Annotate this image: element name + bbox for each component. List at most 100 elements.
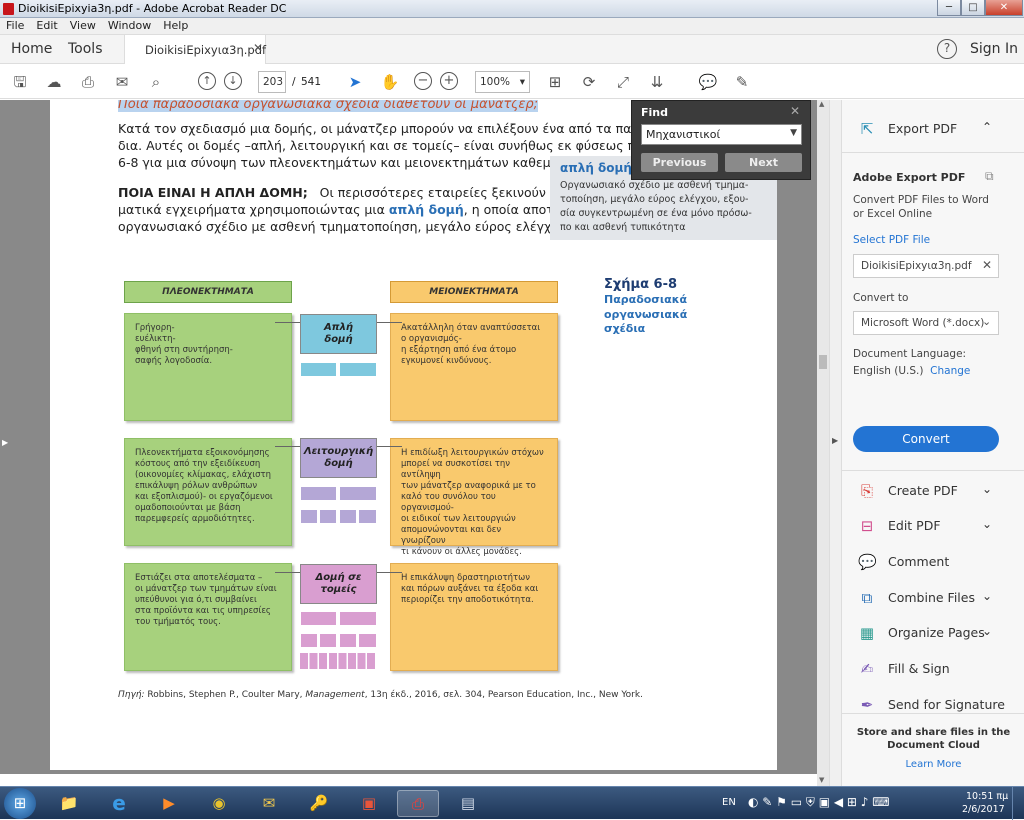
chevron-down-icon[interactable]: ⌄ (982, 517, 992, 531)
scroll-down-icon[interactable]: ▼ (819, 776, 824, 784)
full-screen-icon[interactable]: ⤢ (613, 72, 633, 92)
org-units-row (300, 653, 377, 669)
help-icon[interactable]: ? (937, 39, 957, 59)
zoom-in-icon[interactable]: + (440, 72, 458, 90)
tool-fill-sign[interactable]: ✍ Fill & Sign (858, 659, 1008, 679)
powerpoint-taskbar-icon[interactable]: ▣ (348, 790, 390, 817)
clock-time: 10:51 πμ (966, 791, 1009, 802)
menu-window[interactable]: Window (102, 18, 157, 34)
app-taskbar-icon[interactable]: 🔑 (298, 790, 340, 817)
clear-file-icon[interactable]: ✕ (982, 258, 992, 272)
previous-page-icon[interactable]: ↑ (198, 72, 216, 90)
page-number-input[interactable]: 203 (258, 71, 286, 93)
tool-create-pdf[interactable]: ⎘ Create PDF ⌄ (858, 481, 1008, 501)
selected-file-field[interactable]: DioikisiEpixyια3η.pdf ✕ (853, 254, 999, 278)
tool-label: Send for Signature (888, 697, 1005, 712)
vertical-scrollbar[interactable]: ▲ ▼ (817, 100, 829, 786)
maximize-button[interactable]: □ (961, 0, 985, 16)
change-language-link[interactable]: Change (930, 365, 970, 377)
chrome-taskbar-icon[interactable]: ◉ (198, 790, 240, 817)
acrobat-app-icon (3, 3, 14, 15)
close-button[interactable]: ✕ (985, 0, 1023, 16)
input-language[interactable]: EN (722, 797, 736, 808)
menu-view[interactable]: View (64, 18, 102, 34)
arrow-left (275, 322, 300, 323)
nav-tabs: Home Tools DioikisiEpixyια3η.pdf ✕ ? Sig… (0, 35, 1024, 64)
chevron-down-icon[interactable]: ⌄ (982, 589, 992, 603)
mail-taskbar-icon[interactable]: ✉ (248, 790, 290, 817)
upload-cloud-icon[interactable]: ☁ (44, 72, 64, 92)
tool-organize-pages[interactable]: ▦ Organize Pages ⌄ (858, 623, 1008, 643)
source-text: Robbins, Stephen P., Coulter Mary, (147, 690, 303, 700)
tool-edit-pdf[interactable]: ⊟ Edit PDF ⌄ (858, 516, 1008, 536)
zoom-dropdown[interactable]: 100% ▾ (475, 71, 530, 93)
select-cursor-icon[interactable]: ➤ (345, 72, 365, 92)
close-tab-icon[interactable]: ✕ (253, 41, 263, 55)
definition-term: απλή δομή (560, 161, 632, 175)
tab-home[interactable]: Home (11, 41, 52, 57)
media-player-taskbar-icon[interactable]: ▶ (148, 790, 190, 817)
org-unit (339, 611, 377, 626)
close-find-icon[interactable]: ✕ (790, 104, 800, 118)
scroll-thumb[interactable] (819, 355, 827, 369)
find-next-button[interactable]: Next (725, 153, 802, 172)
heading-text: Ποια παραδοσιακά οργανωσιακά σχέδια διαθ… (118, 100, 539, 112)
search-icon[interactable]: ⌕ (146, 72, 166, 92)
convert-to-select[interactable]: Microsoft Word (*.docx) ⌄ (853, 311, 999, 335)
collapse-pane-icon[interactable]: ▶ (832, 436, 838, 445)
edit-pdf-icon: ⊟ (860, 517, 874, 535)
left-pane-toggle-icon[interactable]: ▶ (2, 438, 8, 447)
tool-combine-files[interactable]: ⧉ Combine Files ⌄ (858, 588, 1008, 608)
menu-file[interactable]: File (0, 18, 30, 34)
export-pdf-header[interactable]: ⇱ Export PDF ⌃ (858, 119, 1008, 139)
sign-in-link[interactable]: Sign In (970, 41, 1018, 57)
start-button[interactable]: ⊞ (4, 788, 36, 819)
scroll-mode-icon[interactable]: ⇊ (647, 72, 667, 92)
document-taskbar-icon[interactable]: ▤ (447, 790, 489, 817)
page-layout-icon[interactable]: ⊞ (545, 72, 565, 92)
key-term: απλή δομή (388, 202, 464, 217)
minimize-button[interactable]: ─ (937, 0, 961, 16)
show-desktop-button[interactable] (1012, 787, 1024, 820)
sign-pen-icon[interactable]: ✎ (732, 72, 752, 92)
org-unit (300, 362, 337, 377)
menu-edit[interactable]: Edit (30, 18, 63, 34)
paragraph-line: ματικά εγχειρήματα χρησιμοποιώντας μια α… (118, 202, 605, 217)
learn-more-link[interactable]: Learn More (842, 759, 1024, 770)
tab-document[interactable]: DioikisiEpixyια3η.pdf ✕ (124, 35, 266, 64)
scroll-up-icon[interactable]: ▲ (819, 100, 824, 108)
source-text: , 13η έκδ., 2016, σελ. 304, Pearson Educ… (364, 690, 643, 700)
find-input[interactable]: Μηχανιστικοί ▼ (641, 124, 802, 145)
acrobat-taskbar-icon[interactable]: ⎙ (397, 790, 439, 817)
organize-pages-icon: ▦ (859, 624, 875, 642)
find-previous-button[interactable]: Previous (641, 153, 718, 172)
menu-help[interactable]: Help (157, 18, 194, 34)
chevron-up-icon[interactable]: ⌃ (982, 120, 992, 134)
zoom-out-icon[interactable]: − (414, 72, 432, 90)
tool-comment[interactable]: 💬 Comment (858, 552, 1008, 572)
pros-divisional: Εστιάζει στα αποτελέσματα – οι μάνατζερ … (124, 563, 292, 671)
definition-line: σία συγκεντρωμένη σε ένα μόνο πρόσω- (560, 208, 752, 219)
print-icon[interactable]: ⎙ (78, 72, 98, 92)
promo-line: Store and share files in the (856, 727, 1011, 738)
internet-explorer-taskbar-icon[interactable]: e (98, 790, 140, 817)
hand-tool-icon[interactable]: ✋ (380, 72, 400, 92)
comment-icon[interactable]: 💬 (698, 72, 718, 92)
tab-tools[interactable]: Tools (68, 41, 103, 57)
email-icon[interactable]: ✉ (112, 72, 132, 92)
chevron-down-icon[interactable]: ⌄ (982, 624, 992, 638)
next-page-icon[interactable]: ↓ (224, 72, 242, 90)
tool-send-for-signature[interactable]: ✒ Send for Signature (858, 695, 1008, 715)
rotate-icon[interactable]: ⟳ (579, 72, 599, 92)
explorer-taskbar-icon[interactable]: 📁 (48, 790, 90, 817)
right-pane-toggle[interactable]: ▶ (829, 100, 841, 786)
convert-button[interactable]: Convert (853, 426, 999, 452)
save-icon[interactable]: 🖫 (10, 72, 30, 92)
tray-icons[interactable]: ◐ ✎ ⚑ ▭ ⛨ ▣ ◀ ⊞ ♪ ⌨ (748, 795, 890, 810)
org-unit (358, 633, 377, 648)
figure-source: Πηγή: Robbins, Stephen P., Coulter Mary,… (118, 690, 643, 700)
tool-label: Comment (888, 554, 950, 569)
chevron-down-icon[interactable]: ⌄ (982, 482, 992, 496)
chevron-down-icon[interactable]: ▼ (790, 128, 797, 138)
windows-taskbar: ⊞ 📁 e ▶ ◉ ✉ 🔑 ▣ ⎙ ▤ EN ◐ ✎ ⚑ ▭ ⛨ ▣ ◀ ⊞ ♪… (0, 786, 1024, 820)
